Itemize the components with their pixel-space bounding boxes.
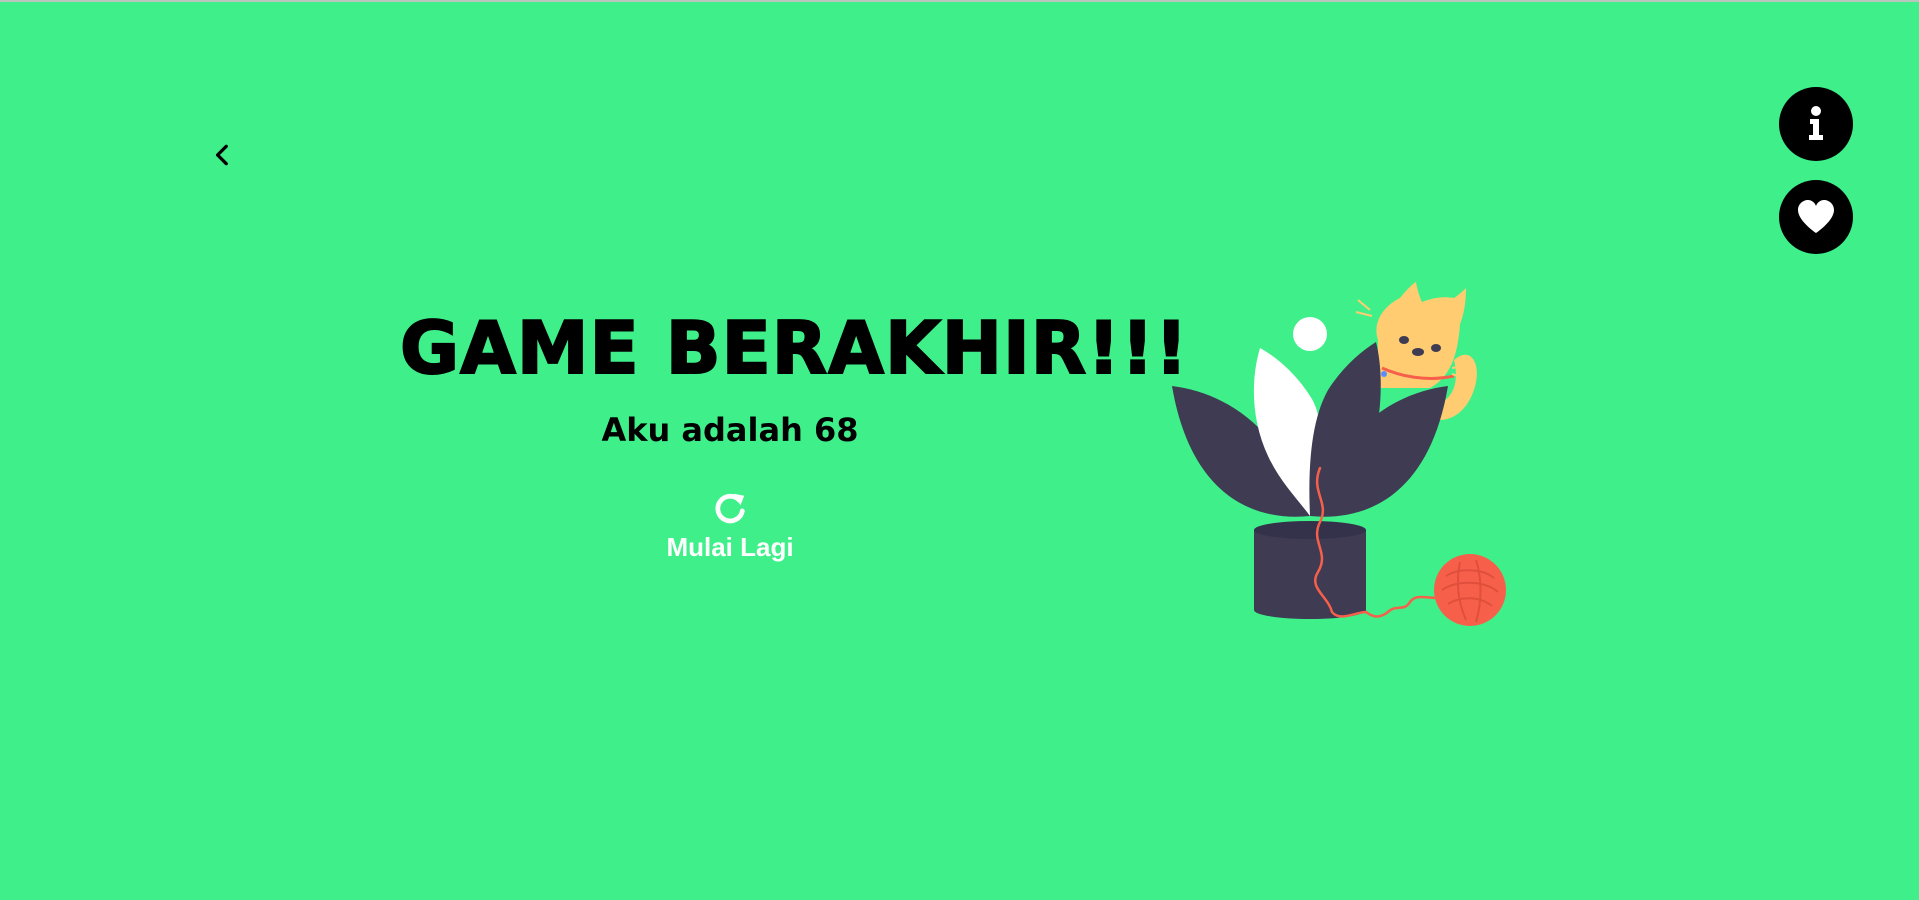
- chevron-left-icon: [215, 144, 228, 166]
- restart-label: Mulai Lagi: [666, 532, 794, 562]
- favorite-button[interactable]: [1779, 180, 1853, 254]
- plant-pot: [1254, 521, 1366, 619]
- refresh-icon: [715, 493, 745, 524]
- heart-icon: [1798, 200, 1834, 233]
- restart-button[interactable]: Mulai Lagi: [640, 490, 820, 563]
- yarn-ball: [1434, 554, 1506, 626]
- result-panel: GAME BERAKHIR!!! Aku adalah 68 Mulai Lag…: [399, 306, 1189, 563]
- cat-plant-illustration: [1172, 282, 1506, 626]
- moon-dot: [1293, 317, 1327, 351]
- info-icon: [1809, 106, 1823, 140]
- game-over-screen: GAME BERAKHIR!!! Aku adalah 68 Mulai Lag…: [0, 0, 1919, 900]
- game-over-title: GAME BERAKHIR!!!: [399, 306, 1189, 390]
- result-subtitle: Aku adalah 68: [601, 411, 859, 449]
- info-button[interactable]: [1779, 87, 1853, 161]
- back-button[interactable]: [205, 137, 241, 173]
